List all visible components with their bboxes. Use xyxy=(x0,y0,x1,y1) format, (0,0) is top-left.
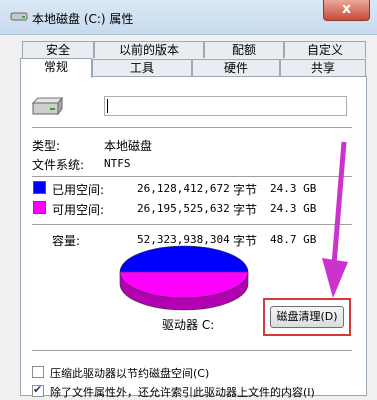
separator xyxy=(32,127,352,128)
disk-usage-pie xyxy=(119,245,249,311)
tab-sharing[interactable]: 共享 xyxy=(280,59,366,76)
compress-checkbox[interactable] xyxy=(32,366,44,378)
capacity-label: 容量: xyxy=(52,234,81,248)
drive-icon xyxy=(10,12,28,21)
close-button[interactable]: x xyxy=(323,0,370,21)
free-space-unit: 字节 xyxy=(233,203,258,217)
separator xyxy=(32,350,352,351)
used-space-unit: 字节 xyxy=(233,183,258,197)
tab-customize[interactable]: 自定义 xyxy=(284,41,366,58)
tab-general[interactable]: 常规 xyxy=(20,58,92,78)
tab-security[interactable]: 安全 xyxy=(22,41,94,58)
drive-name-input[interactable] xyxy=(104,96,347,116)
free-space-bytes: 26,195,525,632 xyxy=(137,202,230,215)
tab-tools[interactable]: 工具 xyxy=(92,59,192,76)
tab-previous-versions[interactable]: 以前的版本 xyxy=(94,41,204,58)
drive-letter-label: 驱动器 C: xyxy=(162,318,215,332)
type-value: 本地磁盘 xyxy=(104,139,153,153)
hard-drive-icon xyxy=(31,97,64,116)
disk-cleanup-button[interactable]: 磁盘清理(D) xyxy=(270,306,344,328)
index-checkbox-label: 除了文件属性外，还允许索引此驱动器上文件的内容(I) xyxy=(50,386,315,399)
free-space-size: 24.3 GB xyxy=(270,202,317,215)
separator xyxy=(32,224,352,225)
used-space-swatch xyxy=(33,181,46,194)
tab-hardware[interactable]: 硬件 xyxy=(192,59,280,76)
file-system-label: 文件系统: xyxy=(32,158,85,172)
free-space-label: 可用空间: xyxy=(52,203,105,217)
type-label: 类型: xyxy=(32,139,61,153)
index-checkbox[interactable] xyxy=(32,383,44,397)
window-title: 本地磁盘 (C:) 属性 xyxy=(32,12,134,26)
free-space-swatch xyxy=(33,201,46,214)
compress-checkbox-label: 压缩此驱动器以节约磁盘空间(C) xyxy=(50,367,210,380)
used-space-size: 24.3 GB xyxy=(270,182,317,195)
used-space-bytes: 26,128,412,672 xyxy=(137,182,230,195)
separator xyxy=(32,176,352,177)
tab-quota[interactable]: 配额 xyxy=(204,41,284,58)
pie-slice-1 xyxy=(119,245,249,273)
annotation-arrow-icon xyxy=(322,141,348,298)
text-caret xyxy=(107,99,108,113)
capacity-size: 48.7 GB xyxy=(270,233,317,246)
used-space-label: 已用空间: xyxy=(52,183,105,197)
title-bar: 本地磁盘 (C:) 属性 x xyxy=(0,0,377,35)
file-system-value: NTFS xyxy=(104,157,131,170)
